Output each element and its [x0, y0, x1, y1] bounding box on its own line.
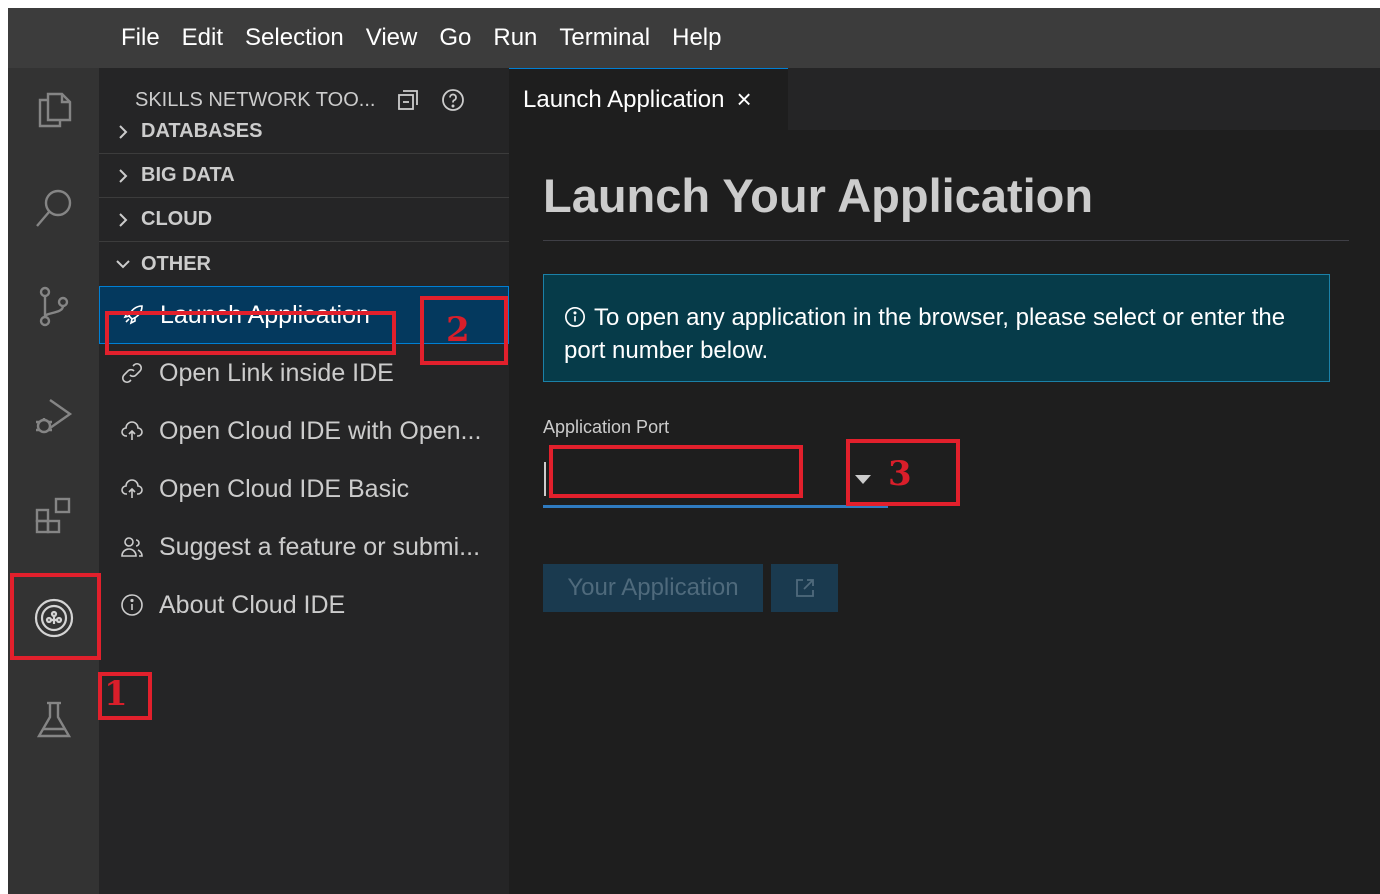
tree-item-label: Open Cloud IDE Basic: [159, 474, 410, 503]
extensions-icon: [35, 497, 70, 534]
menu-view[interactable]: View: [355, 8, 429, 68]
cloud-upload-icon: [119, 476, 145, 502]
chevron-right-icon: [115, 212, 137, 228]
activity-search[interactable]: [8, 178, 99, 238]
external-link-icon: [795, 579, 814, 597]
annotation-label-1: 1: [104, 674, 128, 714]
files-icon: [38, 92, 71, 128]
link-icon: [119, 360, 145, 386]
annotation-box-3a: [549, 445, 803, 498]
activity-extensions[interactable]: [8, 486, 99, 546]
run-debug-icon: [35, 399, 72, 434]
info-icon: [564, 306, 586, 336]
tree-item-suggest-feature[interactable]: Suggest a feature or submi...: [99, 518, 509, 576]
annotation-label-3: 3: [888, 454, 912, 494]
activity-explorer[interactable]: [8, 80, 99, 140]
tree-item-label: Suggest a feature or submi...: [159, 532, 481, 561]
chevron-right-icon: [115, 168, 137, 184]
section-other[interactable]: OTHER: [99, 242, 509, 286]
menu-edit[interactable]: Edit: [171, 8, 234, 68]
activity-source-control[interactable]: [8, 276, 99, 336]
feedback-icon: [119, 534, 145, 560]
editor-content: Launch Your Application To open any appl…: [509, 130, 1380, 894]
search-icon: [35, 189, 71, 227]
section-label: CLOUD: [141, 208, 213, 230]
menu-selection[interactable]: Selection: [234, 8, 355, 68]
menu-bar: File Edit Selection View Go Run Terminal…: [8, 8, 1380, 68]
tree-item-open-cloud-ide-open[interactable]: Open Cloud IDE with Open...: [99, 402, 509, 460]
info-icon: [119, 592, 145, 618]
section-label: OTHER: [141, 252, 211, 275]
page-title: Launch Your Application: [543, 169, 1094, 222]
source-control-icon: [39, 286, 68, 327]
annotation-box-1: [10, 573, 101, 660]
title-divider: [543, 240, 1349, 241]
menu-file[interactable]: File: [110, 8, 171, 68]
activity-testing[interactable]: [8, 690, 99, 750]
section-label: BIG DATA: [141, 164, 235, 186]
info-notification: To open any application in the browser, …: [543, 274, 1330, 382]
editor-tabs: Launch Application ×: [509, 68, 1380, 130]
activity-bar: [8, 68, 99, 894]
tree-item-open-cloud-ide-basic[interactable]: Open Cloud IDE Basic: [99, 460, 509, 518]
tab-launch-application[interactable]: Launch Application ×: [509, 68, 788, 130]
tree-item-label: About Cloud IDE: [159, 590, 346, 619]
menu-go[interactable]: Go: [428, 8, 482, 68]
menu-help[interactable]: Help: [661, 8, 732, 68]
section-cloud[interactable]: CLOUD: [99, 198, 509, 242]
port-label: Application Port: [543, 417, 670, 437]
cloud-upload-icon: [119, 418, 145, 444]
collapse-all-icon[interactable]: [397, 89, 419, 111]
menu-terminal[interactable]: Terminal: [548, 8, 661, 68]
open-external-button[interactable]: [771, 564, 838, 612]
section-databases[interactable]: DATABASES: [99, 110, 509, 154]
flask-icon: [36, 701, 71, 738]
tab-label: Launch Application: [523, 85, 725, 113]
chevron-down-icon: [115, 256, 137, 272]
activity-run-debug[interactable]: [8, 386, 99, 446]
menu-run[interactable]: Run: [482, 8, 548, 68]
your-application-button[interactable]: Your Application: [543, 564, 763, 612]
close-icon[interactable]: ×: [737, 84, 752, 115]
tree-item-about-cloud-ide[interactable]: About Cloud IDE: [99, 576, 509, 634]
tree-item-label: Open Cloud IDE with Open...: [159, 416, 482, 445]
section-label: DATABASES: [141, 120, 263, 142]
text-cursor: [544, 462, 546, 496]
vscode-window: File Edit Selection View Go Run Terminal…: [8, 8, 1380, 894]
info-text: To open any application in the browser, …: [564, 304, 1286, 364]
sidebar-title: SKILLS NETWORK TOO...: [135, 88, 376, 111]
help-icon[interactable]: [441, 88, 465, 112]
section-big-data[interactable]: BIG DATA: [99, 154, 509, 198]
chevron-right-icon: [115, 124, 137, 140]
tree-item-label: Open Link inside IDE: [159, 358, 394, 387]
annotation-box-2a: [105, 311, 396, 355]
annotation-label-2: 2: [446, 310, 470, 350]
sidebar: SKILLS NETWORK TOO... DATABASES BIG DATA…: [99, 68, 509, 894]
